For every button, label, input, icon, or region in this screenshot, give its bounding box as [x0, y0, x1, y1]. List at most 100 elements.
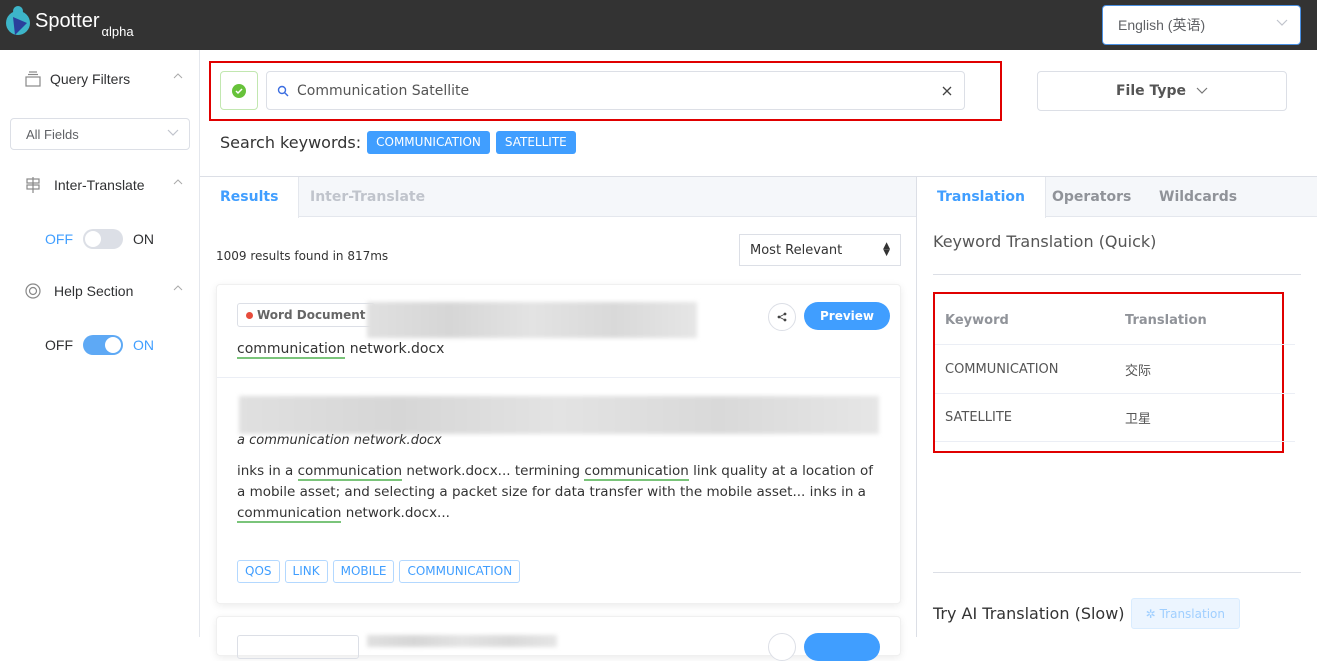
result-subtitle: a communication network.docx — [237, 433, 442, 448]
keyword-cell: COMMUNICATION — [945, 362, 1059, 377]
help-section-toggle-row: OFF ON — [45, 335, 154, 355]
search-icon — [277, 85, 289, 96]
chevron-up-icon[interactable] — [172, 178, 184, 186]
query-filters-header[interactable]: Query Filters — [24, 70, 184, 88]
chevron-up-icon[interactable] — [172, 284, 184, 292]
share-icon — [777, 312, 787, 322]
signpost-icon — [26, 177, 40, 193]
tab-operators[interactable]: Operators — [1052, 177, 1131, 217]
inter-translate-switch[interactable] — [83, 229, 123, 249]
query-filters-label: Query Filters — [50, 71, 131, 87]
off-label: OFF — [45, 231, 73, 247]
tag[interactable]: MOBILE — [332, 560, 395, 583]
clear-icon[interactable] — [941, 85, 953, 97]
result-tags: QOS LINK MOBILE COMMUNICATION — [237, 560, 525, 583]
tab-inter-translate[interactable]: Inter-Translate — [290, 177, 445, 217]
inter-translate-header[interactable]: Inter-Translate — [24, 176, 184, 194]
translation-panel: Translation Operators Wildcards Keyword … — [917, 176, 1317, 637]
keyword-chip[interactable]: SATELLITE — [495, 131, 576, 154]
off-label: OFF — [45, 337, 73, 353]
loading-icon: ✲ — [1145, 606, 1156, 621]
language-select[interactable]: English (英语) — [1102, 5, 1301, 45]
preview-button[interactable] — [804, 633, 880, 661]
keyword-cell: SATELLITE — [945, 410, 1013, 425]
results-tabbar: Results Inter-Translate — [200, 177, 916, 218]
on-label: ON — [133, 231, 154, 247]
result-card[interactable] — [216, 616, 901, 661]
tab-results[interactable]: Results — [200, 177, 300, 218]
ai-translation-row: Try AI Translation (Slow) ✲ Translation — [933, 598, 1240, 629]
sidebar: Query Filters All Fields Inter-Translate… — [0, 50, 200, 637]
redacted-abstract — [239, 396, 879, 434]
translation-table-highlight: Keyword Translation COMMUNICATION 交际 SAT… — [933, 292, 1295, 453]
table-header: Keyword Translation — [935, 297, 1295, 345]
highlighted-term: communication — [297, 463, 403, 481]
results-panel: Results Inter-Translate 1009 results fou… — [200, 176, 917, 661]
language-select-value: English (英语) — [1118, 17, 1206, 33]
share-button[interactable] — [768, 633, 796, 661]
translation-tabbar: Translation Operators Wildcards — [917, 177, 1317, 218]
file-type-dropdown[interactable]: File Type — [1037, 71, 1287, 111]
inter-translate-label: Inter-Translate — [54, 177, 145, 193]
tab-wildcards[interactable]: Wildcards — [1159, 177, 1237, 217]
preview-button[interactable]: Preview — [804, 302, 891, 330]
chevron-down-icon — [1196, 87, 1208, 94]
search-input[interactable]: Communication Satellite — [266, 71, 965, 110]
result-snippet: inks in a communication network.docx... … — [237, 463, 874, 523]
redacted-title — [367, 302, 697, 338]
sort-select-value: Most Relevant — [750, 242, 843, 258]
field-select[interactable]: All Fields — [10, 118, 190, 150]
search-query-text: Communication Satellite — [297, 82, 470, 99]
table-row: COMMUNICATION 交际 — [935, 346, 1295, 394]
tag[interactable]: QOS — [237, 560, 280, 583]
field-select-value: All Fields — [26, 126, 79, 142]
ai-translation-button[interactable]: ✲ Translation — [1130, 598, 1240, 629]
inter-translate-toggle-row: OFF ON — [45, 229, 154, 249]
result-card[interactable]: Word Document Preview communication netw… — [216, 284, 901, 604]
layers-icon — [25, 71, 41, 87]
highlighted-term: communication — [237, 505, 342, 523]
sort-select[interactable]: Most Relevant ▲ ▼ — [739, 234, 901, 266]
spotter-logo-icon — [6, 6, 30, 35]
highlighted-term: communication — [584, 463, 689, 481]
ai-translation-label: Try AI Translation (Slow) — [933, 604, 1125, 623]
search-valid-button[interactable] — [220, 71, 258, 110]
result-filename[interactable]: communication network.docx — [237, 341, 444, 359]
header-keyword: Keyword — [945, 313, 1009, 328]
top-bar: Spotter αlpha English (英语) — [0, 0, 1317, 50]
app-logo[interactable]: Spotter αlpha — [5, 5, 134, 41]
tag[interactable]: COMMUNICATION — [399, 560, 521, 583]
divider — [933, 572, 1301, 573]
keyword-chip[interactable]: COMMUNICATION — [367, 131, 490, 154]
help-section-switch[interactable] — [83, 335, 123, 355]
lifebuoy-icon — [25, 283, 41, 299]
app-name: Spotter — [35, 10, 100, 32]
card-divider — [217, 377, 900, 378]
search-keywords-label: Search keywords: — [220, 133, 362, 152]
chevron-down-icon — [167, 129, 179, 136]
tab-translation[interactable]: Translation — [917, 177, 1046, 218]
on-label: ON — [133, 337, 154, 353]
file-type-label: File Type — [1115, 83, 1187, 99]
help-section-header[interactable]: Help Section — [24, 282, 184, 300]
check-circle-icon — [232, 83, 246, 98]
translation-cell: 交际 — [1125, 364, 1152, 379]
results-count: 1009 results found in 817ms — [216, 249, 389, 263]
share-button[interactable] — [768, 303, 796, 331]
translation-cell: 卫星 — [1125, 412, 1152, 427]
search-keywords: Search keywords: COMMUNICATION SATELLITE — [220, 131, 582, 154]
highlighted-term: communication — [237, 341, 346, 359]
table-row: SATELLITE 卫星 — [935, 394, 1295, 442]
app-edition: αlpha — [101, 24, 134, 39]
sort-arrows-icon: ▲ ▼ — [883, 241, 890, 258]
header-translation: Translation — [1125, 313, 1207, 328]
tag[interactable]: LINK — [284, 560, 328, 583]
chevron-down-icon — [1276, 19, 1288, 26]
doc-type-badge: Word Document — [237, 303, 375, 327]
divider — [933, 274, 1301, 275]
doc-type-badge — [237, 635, 359, 659]
quick-translation-title: Keyword Translation (Quick) — [933, 232, 1157, 251]
doc-type-dot — [246, 311, 253, 319]
chevron-up-icon[interactable] — [172, 72, 184, 80]
help-section-label: Help Section — [54, 283, 134, 299]
